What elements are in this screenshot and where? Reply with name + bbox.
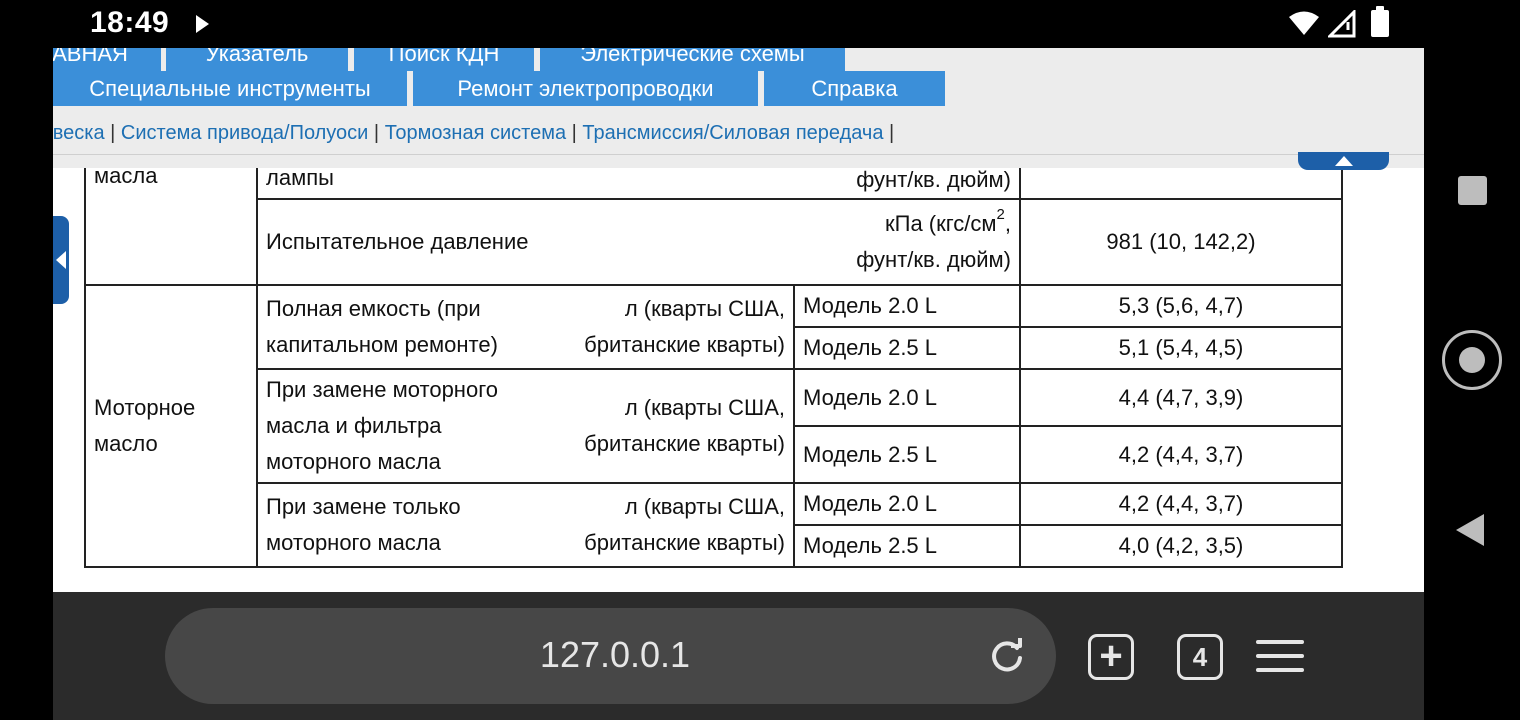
table-row: Моторное масло Полная емкость (при капит… bbox=[84, 284, 1343, 568]
wifi-icon bbox=[1289, 11, 1319, 35]
table-row: При замене моторного масла и фильтра мот… bbox=[85, 368, 1343, 484]
breadcrumb-link-suspension[interactable]: Подвеска bbox=[53, 122, 105, 144]
table-row: Испытательное давление кПа (кгс/см2, фун… bbox=[85, 198, 1343, 286]
model-cell: Модель 2.0 L bbox=[793, 368, 1021, 427]
play-icon bbox=[196, 15, 209, 33]
nav-tab-help[interactable]: Справка bbox=[764, 71, 945, 106]
spec-table: масла лампы фунт/кв. дюйм) Испытательное… bbox=[84, 138, 1343, 568]
breadcrumb-link-drivetrain[interactable]: Система привода/Полуоси bbox=[121, 122, 368, 144]
model-cell: Модель 2.0 L bbox=[793, 284, 1021, 328]
signal-icon bbox=[1328, 10, 1356, 38]
model-cell: Модель 2.5 L bbox=[793, 326, 1021, 370]
value-cell: 5,3 (5,6, 4,7) bbox=[1019, 284, 1343, 328]
value-cell: 981 (10, 142,2) bbox=[1019, 198, 1343, 286]
category-text: масло bbox=[94, 431, 158, 456]
browser-toolbar: 127.0.0.1 + 4 bbox=[53, 592, 1424, 720]
phone-screen: 18:49 масла лампы фунт/кв. дюйм) Испытат… bbox=[0, 0, 1520, 720]
item-text: Полная емкость (при капитальном ремонте) bbox=[266, 296, 498, 357]
url-text: 127.0.0.1 bbox=[539, 634, 691, 675]
url-bar[interactable]: 127.0.0.1 bbox=[165, 608, 1056, 704]
status-clock: 18:49 bbox=[90, 6, 170, 39]
recents-button[interactable] bbox=[1458, 176, 1487, 205]
item-cell: Испытательное давление кПа (кгс/см2, фун… bbox=[256, 198, 1021, 286]
nav-tab-index[interactable]: Указатель bbox=[166, 48, 348, 71]
nav-tab-wiring-diagrams[interactable]: Электрические схемы bbox=[540, 48, 845, 71]
menu-icon[interactable] bbox=[1256, 638, 1304, 674]
tab-switcher-button[interactable]: 4 bbox=[1177, 634, 1223, 680]
battery-icon bbox=[1371, 6, 1389, 37]
item-text: При замене моторного масла и фильтра мот… bbox=[266, 377, 498, 474]
reload-icon[interactable] bbox=[987, 636, 1027, 676]
item-cell: Полная емкость (при капитальном ремонте)… bbox=[256, 284, 795, 370]
nav-tab-wiring-repair[interactable]: Ремонт электропроводки bbox=[413, 71, 758, 106]
new-tab-button[interactable]: + bbox=[1088, 634, 1134, 680]
unit-text: кПа (кгс/см2, фунт/кв. дюйм) bbox=[856, 206, 1011, 272]
chevron-up-icon bbox=[1335, 156, 1353, 166]
web-view[interactable]: масла лампы фунт/кв. дюйм) Испытательное… bbox=[53, 48, 1424, 592]
category-text: Моторное bbox=[94, 395, 196, 420]
value-cell: 5,1 (5,4, 4,5) bbox=[1019, 326, 1343, 370]
model-cell: Модель 2.0 L bbox=[793, 482, 1021, 526]
system-nav-bar bbox=[1424, 0, 1520, 720]
unit-text: л (кварты США, британские кварты) bbox=[584, 395, 785, 456]
back-button[interactable] bbox=[1456, 514, 1484, 546]
unit-text: л (кварты США, британские кварты) bbox=[584, 296, 785, 357]
side-panel-toggle[interactable] bbox=[53, 216, 69, 304]
unit-text: л (кварты США, британские кварты) bbox=[584, 494, 785, 555]
table-row: При замене только моторного масла л (ква… bbox=[85, 482, 1343, 568]
nav-tab-dtc-search[interactable]: Поиск КДН bbox=[354, 48, 534, 71]
home-button[interactable] bbox=[1442, 330, 1502, 390]
site-header: ГЛАВНАЯ Указатель Поиск КДН Электрически… bbox=[53, 48, 1424, 154]
item-text: При замене только моторного масла bbox=[266, 494, 461, 555]
status-bar: 18:49 bbox=[0, 0, 1424, 48]
header-divider bbox=[53, 154, 1424, 168]
breadcrumb-link-transmission[interactable]: Трансмиссия/Силовая передача bbox=[582, 122, 883, 144]
unit-superscript: 2 bbox=[996, 206, 1005, 223]
scroll-top-button[interactable] bbox=[1298, 152, 1389, 170]
model-cell: Модель 2.5 L bbox=[793, 425, 1021, 484]
item-cell: При замене только моторного масла л (ква… bbox=[256, 482, 795, 568]
nav-tab-home[interactable]: ГЛАВНАЯ bbox=[53, 48, 161, 71]
item-text: Испытательное давление bbox=[266, 229, 529, 254]
value-cell: 4,2 (4,4, 3,7) bbox=[1019, 482, 1343, 526]
value-cell: 4,2 (4,4, 3,7) bbox=[1019, 425, 1343, 484]
breadcrumb-link-brakes[interactable]: Тормозная система bbox=[385, 122, 566, 144]
nav-tab-special-tools[interactable]: Специальные инструменты bbox=[53, 71, 407, 106]
chevron-left-icon bbox=[56, 251, 66, 269]
breadcrumb: Подвеска | Система привода/Полуоси | Тор… bbox=[53, 122, 894, 145]
item-cell: При замене моторного масла и фильтра мот… bbox=[256, 368, 795, 484]
model-cell: Модель 2.5 L bbox=[793, 524, 1021, 568]
category-cell: Моторное масло bbox=[84, 284, 258, 568]
value-cell: 4,0 (4,2, 3,5) bbox=[1019, 524, 1343, 568]
value-cell: 4,4 (4,7, 3,9) bbox=[1019, 368, 1343, 427]
